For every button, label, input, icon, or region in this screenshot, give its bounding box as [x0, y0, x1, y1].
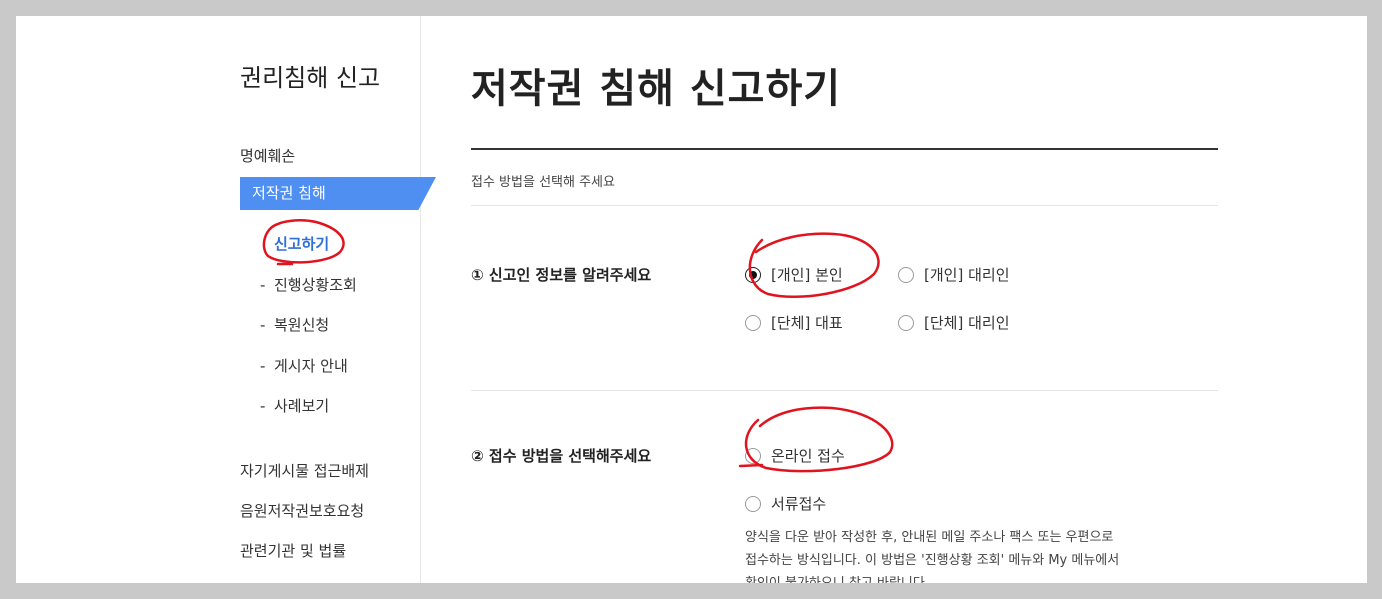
title-rule [471, 148, 1218, 150]
radio-online[interactable]: 온라인 접수 [745, 445, 845, 466]
radio-button-icon [745, 495, 761, 512]
radio-individual-agent[interactable]: [개인] 대리인 [898, 264, 1010, 285]
option-label: 대리인 [968, 266, 1010, 284]
question-submit-method: ② 접수 방법을 선택해주세요 [471, 447, 652, 465]
sidebar-item-music-copyright[interactable]: 음원저작권보호요청 [240, 500, 364, 521]
option-tag: [단체] [771, 314, 811, 332]
document-submit-note: 양식을 다운 받아 작성한 후, 안내된 메일 주소나 팩스 또는 우편으로 접… [745, 526, 1135, 583]
radio-group-agent[interactable]: [단체] 대리인 [898, 312, 1010, 333]
radio-group-rep[interactable]: [단체] 대표 [745, 312, 843, 333]
option-label: 대리인 [968, 314, 1010, 332]
sidebar-item-self-post-block[interactable]: 자기게시물 접근배제 [240, 460, 369, 481]
option-label: 온라인 접수 [771, 447, 845, 465]
radio-button-icon [898, 314, 914, 331]
option-label: 서류접수 [771, 495, 827, 513]
sub-item-restore[interactable]: - 복원신청 [260, 314, 329, 335]
sub-item-label: 게시자 안내 [274, 357, 348, 375]
note-line: 양식을 다운 받아 작성한 후, 안내된 메일 주소나 팩스 또는 우편으로 [745, 530, 1114, 545]
sidebar-divider [420, 16, 421, 583]
sub-item-label: 진행상황조회 [274, 276, 357, 294]
option-label: 대표 [815, 314, 843, 332]
note-line: 접수하는 방식입니다. 이 방법은 '진행상황 조회' 메뉴와 My 메뉴에서 [745, 553, 1120, 568]
page-panel: 권리침해 신고 명예훼손 저작권 침해 신고하기 - 진행상황조회 - 복원신청 -… [16, 16, 1367, 583]
section-divider [471, 390, 1218, 391]
radio-button-icon [745, 266, 761, 283]
sub-item-dash: - [260, 316, 266, 334]
sub-item-progress[interactable]: - 진행상황조회 [260, 274, 357, 295]
radio-document[interactable]: 서류접수 [745, 493, 826, 514]
radio-individual-self[interactable]: [개인] 본인 [745, 264, 843, 285]
sidebar-item-copyright[interactable]: 저작권 침해 [240, 177, 436, 210]
page-title: 저작권 침해 신고하기 [471, 66, 842, 112]
note-line: 확인이 불가하오니 참고 바랍니다. [745, 572, 1135, 583]
option-tag: [단체] [924, 314, 964, 332]
option-label: 본인 [815, 266, 843, 284]
sub-item-label: 사례보기 [274, 397, 330, 415]
option-tag: [개인] [771, 266, 811, 284]
guide-text: 접수 방법을 선택해 주세요 [471, 175, 615, 190]
question-reporter-info: ① 신고인 정보를 알려주세요 [471, 266, 652, 284]
sub-item-poster-guide[interactable]: - 게시자 안내 [260, 355, 348, 376]
sub-item-dash: - [260, 397, 266, 415]
radio-button-icon [745, 447, 761, 464]
radio-button-icon [898, 266, 914, 283]
sub-item-dash: - [260, 276, 266, 294]
option-tag: [개인] [924, 266, 964, 284]
sidebar-title: 권리침해 신고 [240, 64, 381, 92]
sidebar-item-defamation[interactable]: 명예훼손 [240, 145, 295, 166]
section-divider [471, 205, 1218, 206]
sidebar-item-related-law[interactable]: 관련기관 및 법률 [240, 540, 346, 561]
sub-item-dash: - [260, 357, 266, 375]
sub-item-report[interactable]: 신고하기 [274, 233, 329, 254]
radio-button-icon [745, 314, 761, 331]
sub-item-label: 복원신청 [274, 316, 330, 334]
sub-item-cases[interactable]: - 사례보기 [260, 395, 329, 416]
